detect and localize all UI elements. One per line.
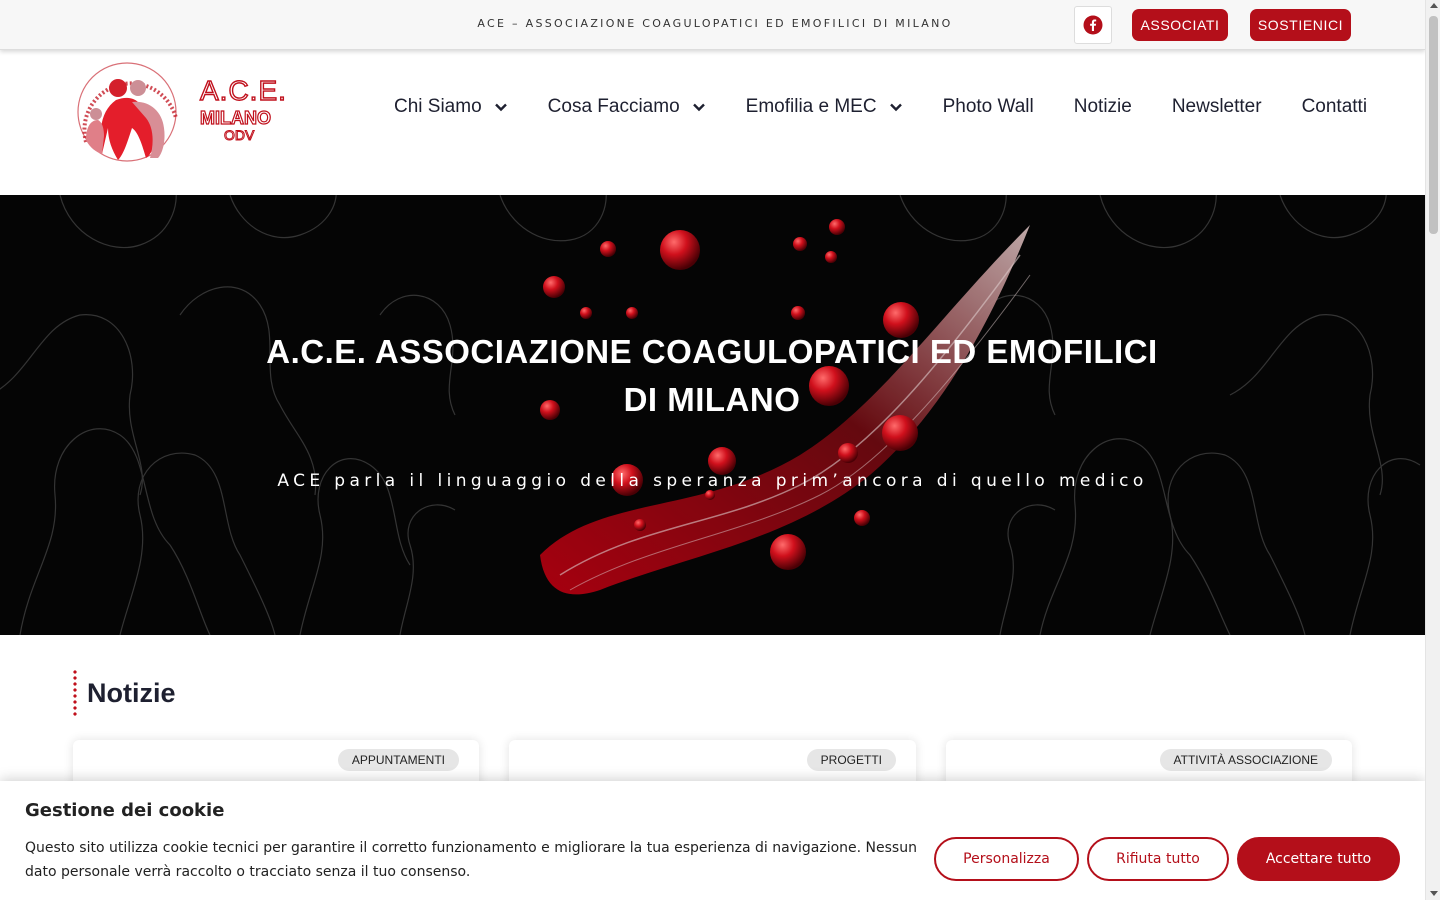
news-section-header: Notizie <box>73 669 176 717</box>
hero-title: A.C.E. ASSOCIAZIONE COAGULOPATICI ED EMO… <box>266 333 1158 418</box>
logo-text-city: MILANO <box>200 108 271 128</box>
nav-item-label: Photo Wall <box>942 96 1034 117</box>
site-logo[interactable]: A.C.E. MILANO ODV <box>72 58 288 164</box>
nav-item-chi-siamo[interactable]: Chi Siamo <box>394 96 508 118</box>
nav-item-newsletter[interactable]: Newsletter <box>1172 96 1262 118</box>
chevron-down-icon <box>889 103 902 112</box>
nav-item-photo-wall[interactable]: Photo Wall <box>943 96 1034 118</box>
top-bar: ACE – ASSOCIAZIONE COAGULOPATICI ED EMOF… <box>0 0 1425 50</box>
nav-item-label: Chi Siamo <box>394 96 482 117</box>
hero-subtitle: ACE parla il linguaggio della speranza p… <box>277 471 1148 491</box>
sostienici-button[interactable]: SOSTIENICI <box>1250 9 1351 41</box>
nav-item-contatti[interactable]: Contatti <box>1302 96 1367 118</box>
facebook-icon <box>1083 15 1103 35</box>
site-header: A.C.E. MILANO ODV Chi Siamo Cosa Facciam… <box>0 50 1425 195</box>
nav-item-label: Newsletter <box>1171 96 1262 117</box>
news-section-title: Notizie <box>87 677 176 708</box>
nav-item-label: Emofilia e MEC <box>745 96 877 117</box>
hero-banner: A.C.E. ASSOCIAZIONE COAGULOPATICI ED EMO… <box>0 195 1425 635</box>
news-card-category[interactable]: PROGETTI <box>806 749 896 771</box>
scroll-up-arrow-icon[interactable] <box>1430 3 1438 8</box>
nav-item-label: Cosa Facciamo <box>547 96 680 117</box>
nav-item-cosa-facciamo[interactable]: Cosa Facciamo <box>548 96 706 118</box>
scrollbar-thumb[interactable] <box>1429 16 1438 234</box>
news-card-category[interactable]: APPUNTAMENTI <box>337 749 459 771</box>
page-scrollbar[interactable] <box>1425 0 1440 900</box>
main-navigation: Chi Siamo Cosa Facciamo Emofilia e MEC P… <box>394 96 1367 118</box>
cookie-banner-title: Gestione dei cookie <box>25 800 225 821</box>
section-accent-divider <box>73 669 77 717</box>
associati-button[interactable]: ASSOCIATI <box>1132 9 1228 41</box>
rifiuta-tutto-button[interactable]: Rifiuta tutto <box>1087 837 1229 881</box>
chevron-down-icon <box>692 103 705 112</box>
facebook-button[interactable] <box>1074 6 1112 44</box>
logo-text-odv: ODV <box>224 127 255 143</box>
cookie-banner-text: Questo sito utilizza cookie tecnici per … <box>25 840 917 880</box>
scroll-down-arrow-icon[interactable] <box>1430 891 1438 896</box>
nav-item-notizie[interactable]: Notizie <box>1074 96 1132 118</box>
chevron-down-icon <box>494 103 507 112</box>
nav-item-label: Contatti <box>1301 96 1368 117</box>
personalizza-button[interactable]: Personalizza <box>934 837 1079 881</box>
news-card-category[interactable]: ATTIVITÀ ASSOCIAZIONE <box>1159 749 1332 771</box>
nav-item-emofilia-mec[interactable]: Emofilia e MEC <box>746 96 903 118</box>
logo-text-main: A.C.E. <box>200 75 287 106</box>
accetta-tutto-button[interactable]: Accettare tutto <box>1237 837 1400 881</box>
nav-item-label: Notizie <box>1073 96 1132 117</box>
cookie-banner: Gestione dei cookie Questo sito utilizza… <box>0 781 1425 900</box>
logo-emblem <box>77 62 178 162</box>
